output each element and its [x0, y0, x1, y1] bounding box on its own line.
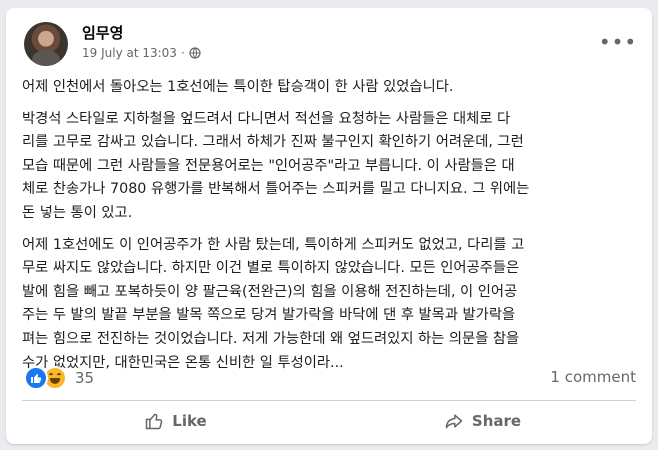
- post-paragraph: 어제 1호선에도 이 인어공주가 한 사람 탔는데, 특이하게 스피커도 없었고…: [22, 236, 525, 371]
- author-avatar[interactable]: [24, 22, 68, 66]
- actions-divider: [22, 400, 636, 401]
- post-timestamp[interactable]: 19 July at 13:03: [82, 46, 177, 60]
- post-header: 임무영 19 July at 13:03 · •••: [20, 20, 640, 70]
- globe-icon[interactable]: [189, 47, 201, 59]
- comments-count-link[interactable]: 1 comment: [550, 368, 636, 386]
- more-options-button[interactable]: •••: [598, 26, 638, 58]
- share-button[interactable]: Share: [329, 404, 636, 438]
- share-arrow-icon: [445, 414, 463, 429]
- post-paragraph: 어제 인천에서 돌아오는 1호선에는 특이한 탑승객이 한 사람 있었습니다.: [22, 79, 454, 95]
- post-body: 어제 인천에서 돌아오는 1호선에는 특이한 탑승객이 한 사람 있었습니다. …: [22, 76, 640, 383]
- thumbs-up-icon: [146, 413, 163, 430]
- author-name[interactable]: 임무영: [82, 22, 123, 43]
- reactions-summary[interactable]: 35: [24, 366, 94, 390]
- post-paragraph: 박경석 스타일로 지하철을 엎드려서 다니면서 적선을 요청하는 사람들은 대체…: [22, 110, 530, 221]
- post-meta: 19 July at 13:03 ·: [82, 46, 201, 60]
- like-reaction-icon: [24, 366, 48, 390]
- like-label: Like: [172, 412, 207, 430]
- reaction-count: 35: [75, 369, 95, 387]
- post-actions: Like Share: [22, 404, 636, 438]
- like-button[interactable]: Like: [22, 404, 329, 438]
- share-label: Share: [471, 412, 522, 430]
- post-card: 임무영 19 July at 13:03 · ••• 어제 인천에서 돌아오는 …: [6, 8, 652, 444]
- more-options-icon: •••: [598, 30, 638, 54]
- meta-separator: ·: [180, 46, 185, 60]
